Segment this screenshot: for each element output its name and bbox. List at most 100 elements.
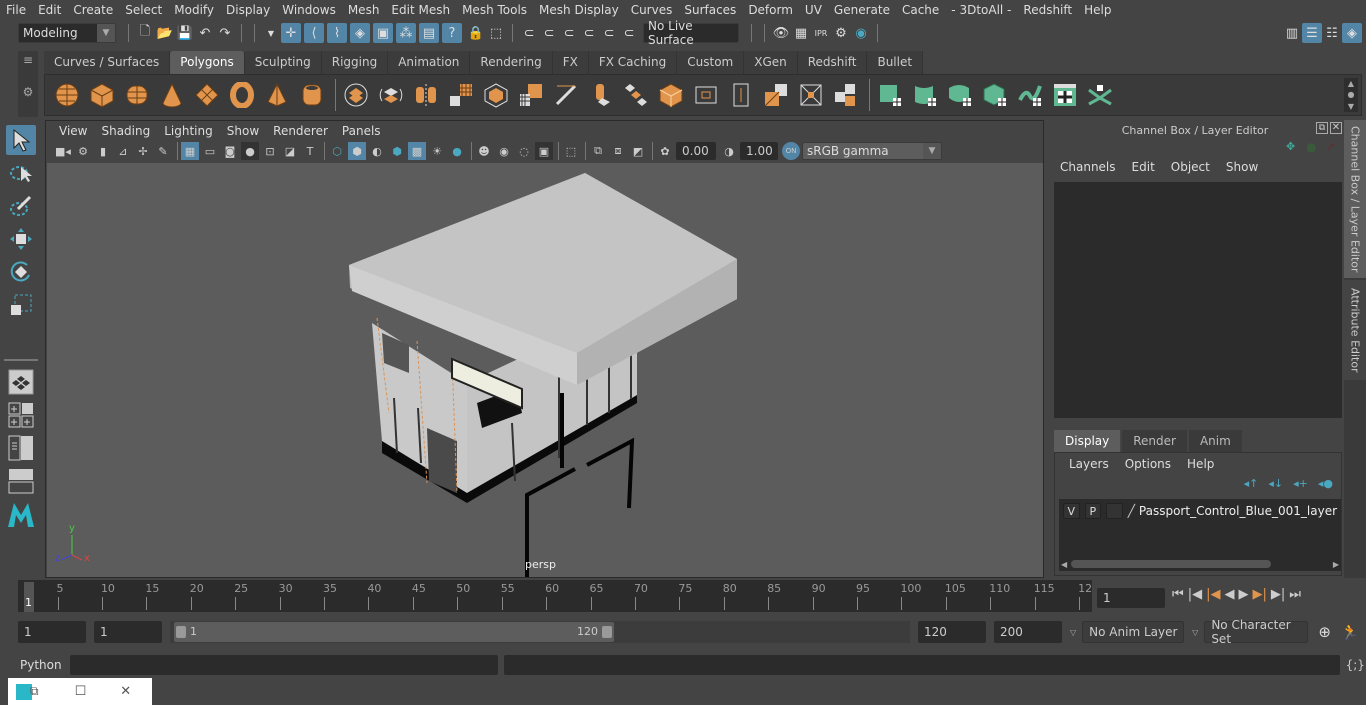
close-window-icon[interactable]: ✕: [120, 684, 131, 699]
shelf-tab-curves-surfaces[interactable]: Curves / Surfaces: [44, 51, 171, 74]
rotate-tool[interactable]: [6, 257, 36, 287]
snap-grid-icon[interactable]: ⊂: [519, 23, 539, 43]
channel-box-toggle-icon[interactable]: ◈: [1342, 23, 1362, 43]
vp-menu-renderer[interactable]: Renderer: [266, 124, 335, 138]
shelf-tab-bullet[interactable]: Bullet: [867, 51, 924, 74]
2d-pan-zoom-icon[interactable]: ✢: [134, 142, 152, 160]
ly-menu-options[interactable]: Options: [1117, 457, 1179, 471]
bridge-icon[interactable]: [620, 79, 652, 111]
layer-hscrollbar[interactable]: ◀ ▶: [1061, 559, 1339, 569]
gamma-icon[interactable]: ◑: [720, 142, 738, 160]
go-to-end-icon[interactable]: ⏭: [1289, 587, 1301, 602]
snap-view-icon[interactable]: ⊂: [579, 23, 599, 43]
use-all-lights-icon[interactable]: ☀: [428, 142, 446, 160]
restore-icon[interactable]: ⧉: [30, 684, 39, 699]
vp-menu-lighting[interactable]: Lighting: [157, 124, 220, 138]
menu-file[interactable]: File: [0, 3, 32, 17]
menu-select[interactable]: Select: [119, 3, 168, 17]
select-vertex-icon[interactable]: ◈: [350, 23, 370, 43]
range-end-handle[interactable]: [602, 626, 612, 638]
snap-surface-icon[interactable]: ⊂: [599, 23, 619, 43]
new-scene-icon[interactable]: 🗋: [135, 23, 155, 43]
grease-pencil-icon[interactable]: ✎: [154, 142, 172, 160]
poly-cylinder-icon[interactable]: [121, 79, 153, 111]
shelf-scroll[interactable]: ▲ ● ▼: [1344, 78, 1358, 112]
modeling-toolkit-icon[interactable]: ▥: [1282, 23, 1302, 43]
attribute-editor-toggle-icon[interactable]: ☰: [1302, 23, 1322, 43]
menu-display[interactable]: Display: [220, 3, 276, 17]
menu-windows[interactable]: Windows: [276, 3, 342, 17]
layer-tab-anim[interactable]: Anim: [1188, 430, 1242, 452]
shelf-tab-polygons[interactable]: Polygons: [170, 51, 245, 74]
menu-mesh-tools[interactable]: Mesh Tools: [456, 3, 533, 17]
outliner-layout-icon[interactable]: [6, 433, 36, 463]
render-settings-icon[interactable]: ⚙: [831, 23, 851, 43]
snap-live-icon[interactable]: ⊂: [619, 23, 639, 43]
prev-key-icon[interactable]: |◀: [1206, 587, 1220, 602]
play-forward-icon[interactable]: ▶: [1238, 587, 1248, 602]
move-layer-down-icon[interactable]: ◂↓: [1268, 477, 1283, 490]
menu-3dtoall[interactable]: - 3DtoAll -: [945, 3, 1017, 17]
selection-mask-dropdown-icon[interactable]: ▼: [261, 23, 281, 43]
fill-hole-icon[interactable]: [830, 79, 862, 111]
snap-curve-icon[interactable]: ⊂: [539, 23, 559, 43]
field-chart-icon[interactable]: ⊡: [261, 142, 279, 160]
shelf-settings-icon[interactable]: ⚙: [18, 85, 38, 99]
image-plane-icon[interactable]: ⊿: [114, 142, 132, 160]
shelf-tab-animation[interactable]: Animation: [388, 51, 471, 74]
menu-generate[interactable]: Generate: [828, 3, 896, 17]
shelf-tab-rigging[interactable]: Rigging: [321, 51, 389, 74]
step-forward-key-icon[interactable]: ▶|: [1271, 587, 1285, 602]
snap-point-icon[interactable]: ⊂: [559, 23, 579, 43]
3d-scene[interactable]: y x z persp: [47, 163, 1043, 583]
playback-end-field[interactable]: 120: [918, 621, 986, 643]
poly-cone-icon[interactable]: [156, 79, 188, 111]
scroll-up-icon[interactable]: ▲: [1348, 79, 1354, 88]
grid-icon[interactable]: ▦: [181, 142, 199, 160]
open-scene-icon[interactable]: 📂: [155, 23, 175, 43]
poly-cube-icon[interactable]: [86, 79, 118, 111]
poly-plane-icon[interactable]: [191, 79, 223, 111]
lock-icon[interactable]: 🔒: [466, 23, 486, 43]
poly-pyramid-icon[interactable]: [261, 79, 293, 111]
xray-icon[interactable]: ⧉: [589, 142, 607, 160]
passport-control-booth-model[interactable]: [47, 163, 1043, 583]
menu-edit-mesh[interactable]: Edit Mesh: [385, 3, 456, 17]
character-set-field[interactable]: No Character Set: [1204, 618, 1309, 646]
motion-blur-icon[interactable]: ◉: [495, 142, 513, 160]
command-input[interactable]: [69, 655, 498, 675]
poly-pipe-icon[interactable]: [296, 79, 328, 111]
menu-help[interactable]: Help: [1078, 3, 1117, 17]
layer-name[interactable]: Passport_Control_Blue_001_layer: [1139, 504, 1337, 518]
auto-key-icon[interactable]: ⊕: [1318, 623, 1331, 641]
anim-layer-dropdown-icon[interactable]: ▽: [1070, 628, 1076, 637]
menu-redshift[interactable]: Redshift: [1017, 3, 1078, 17]
shelf-menu-icon[interactable]: ≡: [18, 53, 38, 67]
move-layer-up-icon[interactable]: ◂↑: [1244, 477, 1259, 490]
combine-icon[interactable]: [340, 79, 372, 111]
time-slider[interactable]: 1 5 10 15 20 25 30 35 40 45 50 55 60 65 70 75 80 85 90 95 1…: [18, 580, 1092, 612]
float-panel-icon[interactable]: ⧉: [1316, 122, 1328, 134]
layer-playback-toggle[interactable]: P: [1084, 503, 1102, 519]
layer-tab-render[interactable]: Render: [1122, 430, 1187, 452]
shelf-tab-rendering[interactable]: Rendering: [470, 51, 553, 74]
menu-mesh[interactable]: Mesh: [342, 3, 386, 17]
vp-menu-panels[interactable]: Panels: [335, 124, 388, 138]
maximize-icon[interactable]: ☐: [75, 684, 87, 699]
uv-automatic-icon[interactable]: [979, 79, 1011, 111]
range-slider[interactable]: 1 120: [170, 621, 910, 643]
anim-preferences-icon[interactable]: 🏃: [1341, 623, 1360, 641]
channel-box-area[interactable]: [1054, 182, 1342, 418]
depth-of-field-icon[interactable]: ▣: [535, 142, 553, 160]
textured-icon[interactable]: ▩: [408, 142, 426, 160]
xray-components-icon[interactable]: ◩: [629, 142, 647, 160]
range-slider-bar[interactable]: 1 120: [174, 622, 614, 642]
render-frame-icon[interactable]: ▦: [791, 23, 811, 43]
gate-mask-icon[interactable]: ●: [241, 142, 259, 160]
animation-end-field[interactable]: 200: [994, 621, 1062, 643]
select-component-icon[interactable]: ⌇: [327, 23, 347, 43]
vp-menu-view[interactable]: View: [52, 124, 94, 138]
cb-menu-edit[interactable]: Edit: [1124, 160, 1163, 174]
multi-cut-icon[interactable]: [550, 79, 582, 111]
ly-menu-layers[interactable]: Layers: [1061, 457, 1117, 471]
